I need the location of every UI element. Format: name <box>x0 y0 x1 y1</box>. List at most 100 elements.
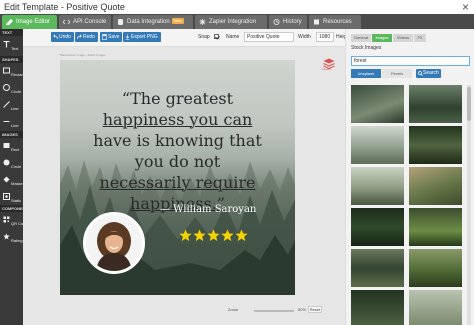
sidebar-item-masked[interactable]: Masked <box>0 173 25 189</box>
tab-api-console[interactable]: API Console <box>59 15 111 29</box>
stock-thumbnail[interactable] <box>409 290 462 325</box>
sidebar-item-rating[interactable]: Rating <box>0 230 23 246</box>
stock-scrollbar[interactable] <box>467 85 471 325</box>
circle-icon <box>3 84 10 91</box>
quote-line: happiness you can <box>102 110 253 129</box>
panel-tab-fx[interactable]: FX <box>414 34 426 42</box>
sidebar-item-qr-code[interactable]: QR Code <box>0 213 28 229</box>
stock-search-input[interactable]: forest <box>351 56 470 66</box>
sidebar-section-text: TEXT <box>0 29 23 36</box>
source-pexels-button[interactable]: Pexels <box>382 69 412 78</box>
design-canvas[interactable]: “The greatest happiness you can have is … <box>60 60 295 295</box>
tab-data-integration[interactable]: Data Integration beta <box>113 15 193 29</box>
quote-line: you do not <box>134 152 221 171</box>
sidebar-section-components: COMPONENTS <box>0 205 31 212</box>
undo-label: Undo <box>59 34 71 40</box>
name-label: Name <box>226 34 240 40</box>
panel-tab-general[interactable]: General <box>351 34 371 42</box>
sidebar-item-line[interactable]: Line <box>0 98 23 114</box>
tab-label: Data Integration <box>127 19 170 25</box>
quote-line: have is knowing that <box>93 131 262 150</box>
close-icon[interactable]: × <box>462 0 469 14</box>
quote-text[interactable]: “The greatest happiness you can have is … <box>68 88 287 214</box>
stock-thumbnail[interactable] <box>409 208 462 246</box>
width-label: Width <box>298 34 311 40</box>
search-button[interactable]: Search <box>416 69 441 78</box>
width-input[interactable]: 1080 <box>316 32 334 42</box>
source-unsplash-button[interactable]: Unsplash <box>351 69 381 78</box>
tab-label: API Console <box>73 19 107 25</box>
book-icon <box>314 19 319 25</box>
undo-icon <box>53 34 58 40</box>
sidebar-item-image-circle[interactable]: Circle <box>0 156 23 172</box>
tab-label: Resources <box>323 19 352 25</box>
save-label: Save <box>108 34 120 40</box>
tab-image-editor[interactable]: Image Editor <box>2 15 57 29</box>
sidebar-item-image-rect[interactable]: Rect <box>0 139 23 155</box>
tab-label: History <box>283 19 302 25</box>
edit-template-window: Edit Template - Positive Quote × Image E… <box>0 0 474 325</box>
zoom-slider[interactable] <box>254 310 294 312</box>
save-button[interactable]: Save <box>100 32 123 42</box>
sidebar-item-label: Line <box>11 106 19 111</box>
stock-thumbnail[interactable] <box>351 249 404 287</box>
properties-panel: General Images Videos FX Stock Images fo… <box>345 29 474 325</box>
name-input[interactable]: Positive Quote <box>244 32 294 42</box>
rating-component[interactable] <box>179 229 249 247</box>
layers-button[interactable]: Layers <box>322 56 335 72</box>
tab-label: Image Editor <box>16 19 51 25</box>
panel-tab-images[interactable]: Images <box>372 34 392 42</box>
sidebar-item-rectangle[interactable]: Rectangle <box>0 64 29 80</box>
stock-thumbnail[interactable] <box>351 208 404 246</box>
export-png-button[interactable]: Export PNG <box>123 32 161 42</box>
quote-attribution[interactable]: — William Saroyan <box>160 204 290 215</box>
tab-zapier-integration[interactable]: Zapier Integration <box>195 15 267 29</box>
zoom-reset-button[interactable]: Reset <box>308 306 322 313</box>
history-icon <box>273 19 280 25</box>
element-sidebar: TEXT Text SHAPES Rectangle Circle Line L… <box>0 29 31 325</box>
snap-checkbox[interactable] <box>214 34 219 39</box>
redo-label: Redo <box>83 34 95 40</box>
sidebar-item-line[interactable]: Line <box>0 115 23 131</box>
panel-tab-videos[interactable]: Videos <box>393 34 413 42</box>
zoom-value: 50% <box>298 307 307 312</box>
redo-button[interactable]: Redo <box>75 32 98 42</box>
text-icon <box>3 41 10 48</box>
search-icon <box>418 71 423 76</box>
sidebar-section-images: IMAGES <box>0 131 23 138</box>
redo-icon <box>77 34 82 40</box>
floppy-icon <box>102 34 107 40</box>
sidebar-item-label: Circle <box>11 164 22 169</box>
quote-line: necessarily require <box>99 173 256 192</box>
stock-thumbnail[interactable] <box>351 85 404 123</box>
star-icon <box>193 229 206 242</box>
stock-thumbnail[interactable] <box>409 85 462 123</box>
undo-button[interactable]: Undo <box>51 32 74 42</box>
image-rect-icon <box>3 143 10 148</box>
line-icon <box>3 101 10 108</box>
rectangle-icon <box>3 67 10 74</box>
tab-resources[interactable]: Resources <box>309 15 361 29</box>
star-icon <box>221 229 234 242</box>
scrollbar-thumb[interactable] <box>467 87 471 121</box>
image-circle-icon <box>3 159 10 166</box>
stock-thumbnail[interactable] <box>351 167 404 205</box>
layers-label: Layers <box>322 67 332 71</box>
sidebar-item-static[interactable]: Static <box>0 190 23 206</box>
sidebar-item-circle[interactable]: Circle <box>0 81 23 97</box>
stock-thumbnail[interactable] <box>351 126 404 164</box>
author-portrait[interactable] <box>83 212 145 274</box>
sidebar-item-text[interactable]: Text <box>0 38 23 54</box>
pencil-icon <box>6 19 13 25</box>
canvas-breadcrumb: Bannerbear Image • Stock images <box>60 53 106 57</box>
stock-thumbnail[interactable] <box>409 167 462 205</box>
editor-tabs: Image Editor API Console Data Integratio… <box>0 14 474 29</box>
qr-code-icon <box>3 216 10 223</box>
stock-images-heading: Stock Images <box>351 45 382 51</box>
stock-thumbnail[interactable] <box>409 249 462 287</box>
stock-thumbnail[interactable] <box>351 290 404 325</box>
snap-label: Snap <box>198 34 210 40</box>
stock-thumbnail[interactable] <box>409 126 462 164</box>
title-bar: Edit Template - Positive Quote × <box>0 0 474 14</box>
tab-history[interactable]: History <box>269 15 307 29</box>
